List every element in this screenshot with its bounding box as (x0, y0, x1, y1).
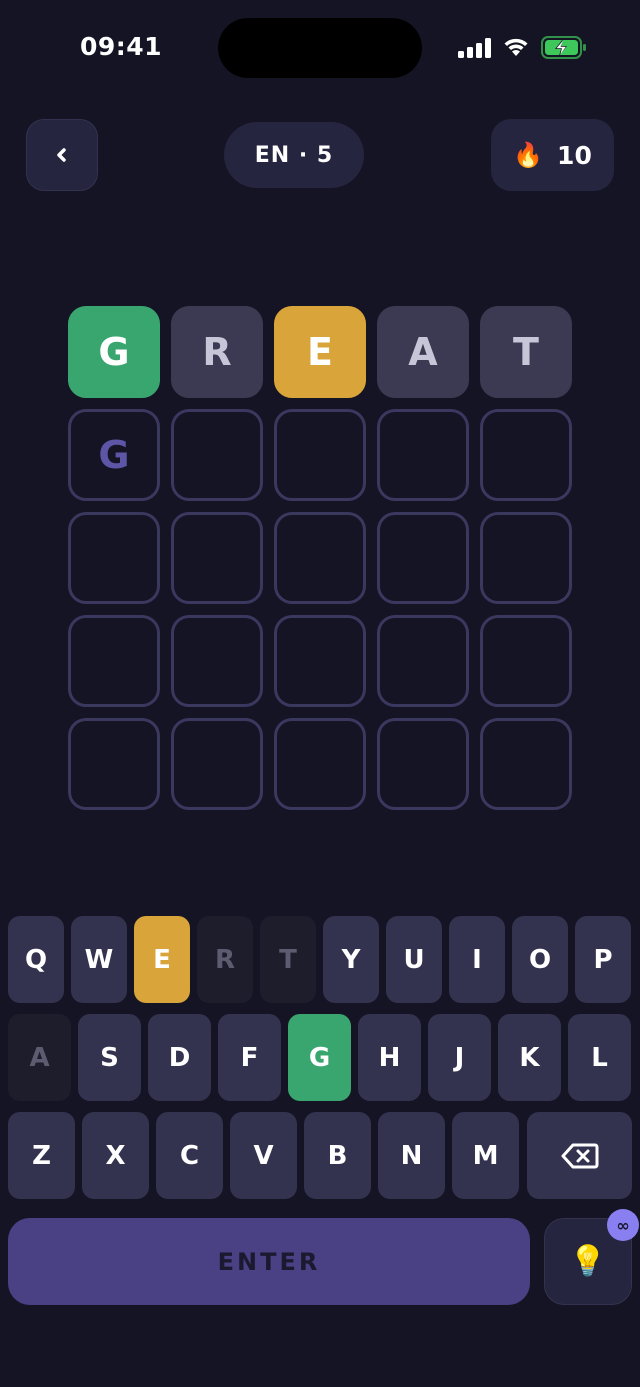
board-tile (480, 512, 572, 604)
key-t[interactable]: T (260, 916, 316, 1003)
key-z[interactable]: Z (8, 1112, 75, 1199)
board-row: G (68, 409, 572, 501)
battery-charging-icon (541, 36, 586, 59)
key-o[interactable]: O (512, 916, 568, 1003)
board-tile (68, 718, 160, 810)
cellular-signal-icon (458, 38, 492, 58)
language-length-pill[interactable]: EN · 5 (224, 122, 364, 188)
dynamic-island (218, 18, 422, 78)
flame-icon: 🔥 (513, 141, 544, 169)
backspace-icon (561, 1143, 598, 1168)
board-tile (274, 512, 366, 604)
key-e[interactable]: E (134, 916, 190, 1003)
key-w[interactable]: W (71, 916, 127, 1003)
board-tile (377, 615, 469, 707)
status-time: 09:41 (80, 32, 163, 61)
mode-label: EN · 5 (254, 142, 334, 168)
board-tile: E (274, 306, 366, 398)
board-tile (377, 409, 469, 501)
board-tile (68, 512, 160, 604)
board-tile (480, 718, 572, 810)
streak-count: 10 (557, 140, 592, 170)
board-tile (171, 512, 263, 604)
key-g[interactable]: G (288, 1014, 351, 1101)
back-button[interactable] (26, 119, 98, 191)
board-tile: A (377, 306, 469, 398)
board-tile (171, 409, 263, 501)
board-tile (377, 512, 469, 604)
key-p[interactable]: P (575, 916, 631, 1003)
board-row (68, 718, 572, 810)
chevron-left-icon (57, 148, 66, 162)
enter-label: ENTER (217, 1247, 321, 1276)
key-v[interactable]: V (230, 1112, 297, 1199)
board-row (68, 615, 572, 707)
board-tile (274, 409, 366, 501)
board-tile: G (68, 306, 160, 398)
key-l[interactable]: L (568, 1014, 631, 1101)
key-s[interactable]: S (78, 1014, 141, 1101)
board-tile (480, 615, 572, 707)
enter-key[interactable]: ENTER (8, 1218, 530, 1305)
board-tile (68, 615, 160, 707)
key-i[interactable]: I (449, 916, 505, 1003)
key-u[interactable]: U (386, 916, 442, 1003)
key-m[interactable]: M (452, 1112, 519, 1199)
board-row: GREAT (68, 306, 572, 398)
key-f[interactable]: F (218, 1014, 281, 1101)
key-x[interactable]: X (82, 1112, 149, 1199)
key-h[interactable]: H (358, 1014, 421, 1101)
board-tile (171, 718, 263, 810)
key-c[interactable]: C (156, 1112, 223, 1199)
key-d[interactable]: D (148, 1014, 211, 1101)
board-tile: G (68, 409, 160, 501)
key-k[interactable]: K (498, 1014, 561, 1101)
board-tile (274, 615, 366, 707)
backspace-key[interactable] (527, 1112, 632, 1199)
key-r[interactable]: R (197, 916, 253, 1003)
board-tile: T (480, 306, 572, 398)
board-row (68, 512, 572, 604)
lightbulb-icon: 💡 (569, 1244, 607, 1279)
board-tile (377, 718, 469, 810)
key-q[interactable]: Q (8, 916, 64, 1003)
hint-badge-label: ∞ (616, 1215, 630, 1235)
game-board: GREATG (68, 306, 572, 821)
key-a[interactable]: A (8, 1014, 71, 1101)
board-tile (480, 409, 572, 501)
wifi-icon (504, 38, 528, 56)
hint-count-badge: ∞ (607, 1209, 639, 1241)
board-tile (171, 615, 263, 707)
key-n[interactable]: N (378, 1112, 445, 1199)
board-tile (274, 718, 366, 810)
key-b[interactable]: B (304, 1112, 371, 1199)
board-tile: R (171, 306, 263, 398)
key-y[interactable]: Y (323, 916, 379, 1003)
streak-pill[interactable]: 🔥 10 (491, 119, 614, 191)
key-j[interactable]: J (428, 1014, 491, 1101)
status-bar: 09:41 (0, 0, 640, 96)
